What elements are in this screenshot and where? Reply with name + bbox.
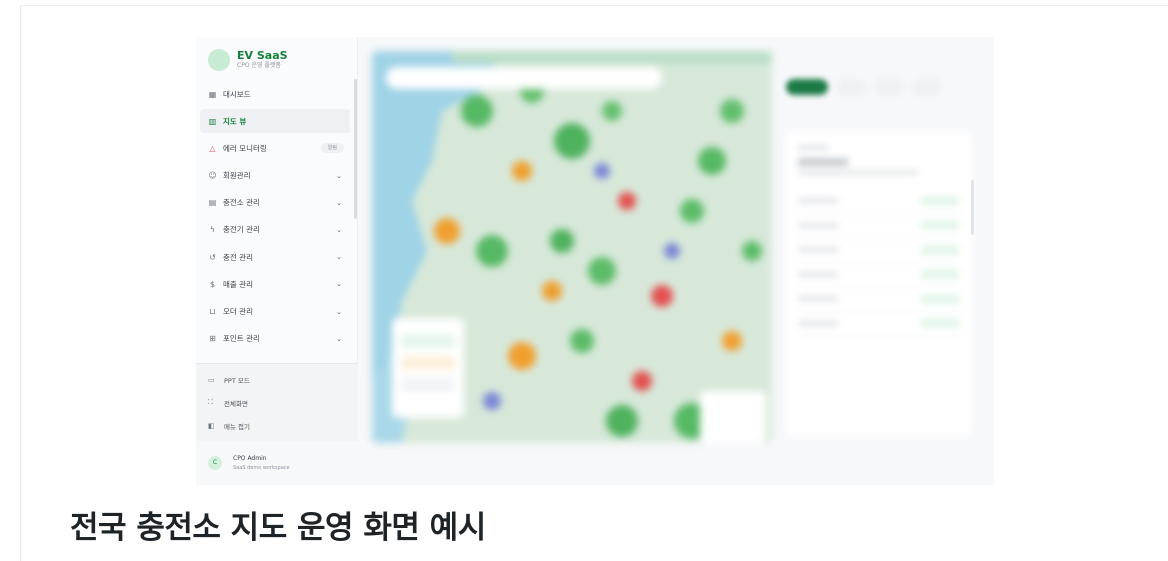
brand-logo [208, 49, 230, 71]
bolt-icon: ϟ [209, 225, 216, 235]
chevron-down-icon: ⌄ [336, 307, 342, 316]
station-map[interactable] [372, 51, 772, 443]
sidebar-item-label: 포인트 관리 [223, 334, 260, 344]
sidebar: EV SaaS CPO 운영 플랫폼 ▦ 대시보드 ▥ 지도 뷰 △ 에러 모니… [196, 37, 358, 485]
sidebar-item-sales[interactable]: $ 매출 관리 ⌄ [200, 272, 350, 296]
chevron-down-icon: ⌄ [336, 198, 342, 207]
info-scrollbar[interactable] [971, 180, 974, 235]
sidebar-item-label: 충전 관리 [223, 252, 253, 262]
info-kicker [798, 145, 828, 150]
collapse-menu-button[interactable]: ◧ 메뉴 접기 [196, 414, 358, 437]
gift-icon: ⊞ [209, 334, 216, 344]
filter-tab-active[interactable] [786, 79, 828, 95]
cart-icon: ⊔ [209, 307, 216, 316]
dollar-icon: $ [209, 279, 216, 289]
info-title [798, 158, 848, 166]
sidebar-item-members[interactable]: ☺ 회원관리 ⌄ [200, 164, 350, 188]
user-name: CPO Admin [233, 454, 267, 462]
brand-title: EV SaaS [237, 49, 288, 62]
filter-tab[interactable] [912, 79, 942, 95]
sidebar-item-label: 지도 뷰 [223, 116, 247, 126]
sidebar-item-error-monitoring[interactable]: △ 에러 모니터링 알림 [200, 136, 350, 160]
sidebar-item-label: 매출 관리 [223, 279, 253, 289]
info-description [798, 170, 918, 175]
filter-tab[interactable] [836, 79, 866, 95]
monitor-icon: ▭ [208, 375, 215, 384]
sidebar-item-label: 충전기 관리 [223, 225, 260, 235]
sidebar-item-label: 대시보드 [223, 89, 251, 99]
fullscreen-icon: ⛶ [208, 398, 213, 406]
map-summary-box [700, 391, 766, 443]
sidebar-item-stations[interactable]: ▤ 충전소 관리 ⌄ [200, 191, 350, 215]
grid-icon: ▦ [208, 89, 217, 99]
sidebar-item-charging[interactable]: ↺ 충전 관리 ⌄ [200, 245, 350, 269]
building-icon: ▤ [208, 198, 217, 208]
sidebar-item-orders[interactable]: ⊔ 오더 관리 ⌄ [200, 300, 350, 324]
fullscreen-label: 전체화면 [224, 399, 248, 408]
list-item[interactable] [798, 263, 960, 287]
fullscreen-button[interactable]: ⛶ 전체화면 [196, 391, 358, 414]
app-screenshot: EV SaaS CPO 운영 플랫폼 ▦ 대시보드 ▥ 지도 뷰 △ 에러 모니… [196, 37, 994, 485]
sidebar-nav: ▦ 대시보드 ▥ 지도 뷰 △ 에러 모니터링 알림 ☺ 회원관리 ⌄ ▤ 충전… [200, 82, 350, 354]
history-icon: ↺ [209, 252, 216, 262]
legend-item-charging [400, 356, 456, 370]
chevron-down-icon: ⌄ [336, 334, 342, 343]
warning-icon: △ [209, 143, 216, 153]
sidebar-item-map-view[interactable]: ▥ 지도 뷰 [200, 109, 350, 134]
sidebar-scrollbar[interactable] [354, 79, 357, 219]
sidebar-item-label: 에러 모니터링 [223, 143, 267, 153]
chevron-down-icon: ⌄ [336, 171, 342, 180]
sidebar-item-points[interactable]: ⊞ 포인트 관리 ⌄ [200, 327, 350, 351]
brand: EV SaaS CPO 운영 플랫폼 [208, 49, 288, 71]
list-item[interactable] [798, 214, 960, 238]
ppt-mode-label: PPT 모드 [224, 376, 250, 385]
sidebar-item-label: 회원관리 [223, 171, 251, 181]
sidebar-item-dashboard[interactable]: ▦ 대시보드 [200, 82, 350, 106]
map-icon: ▥ [208, 116, 217, 126]
filter-tabs [786, 79, 950, 95]
sidebar-item-chargers[interactable]: ϟ 충전기 관리 ⌄ [200, 218, 350, 242]
alert-badge: 알림 [320, 143, 344, 154]
user-workspace: SaaS demo workspace [233, 464, 290, 471]
map-search-input[interactable] [386, 67, 662, 89]
sidebar-item-label: 오더 관리 [223, 307, 253, 316]
list-item[interactable] [798, 287, 960, 312]
sidebar-item-label: 충전소 관리 [223, 198, 260, 208]
filter-tab[interactable] [874, 79, 904, 95]
list-item[interactable] [798, 238, 960, 263]
legend-item-offline [400, 378, 456, 392]
users-icon: ☺ [208, 171, 217, 181]
station-info-card [786, 131, 972, 437]
legend-item-available [400, 334, 456, 348]
avatar: C [208, 456, 222, 470]
list-item[interactable] [798, 312, 960, 336]
collapse-icon: ◧ [208, 421, 215, 430]
map-legend [392, 318, 464, 418]
page-caption: 전국 충전소 지도 운영 화면 예시 [70, 510, 486, 546]
sidebar-bottom: ▭ PPT 모드 ⛶ 전체화면 ◧ 메뉴 접기 [196, 363, 358, 441]
list-item[interactable] [798, 189, 960, 214]
collapse-menu-label: 메뉴 접기 [224, 422, 250, 431]
right-panel [786, 37, 976, 485]
brand-subtitle: CPO 운영 플랫폼 [237, 62, 281, 69]
chevron-down-icon: ⌄ [336, 253, 342, 262]
chevron-down-icon: ⌄ [336, 225, 342, 234]
chevron-down-icon: ⌄ [336, 280, 342, 289]
ppt-mode-button[interactable]: ▭ PPT 모드 [196, 368, 358, 391]
user-profile[interactable]: C CPO Admin SaaS demo workspace [196, 441, 358, 485]
